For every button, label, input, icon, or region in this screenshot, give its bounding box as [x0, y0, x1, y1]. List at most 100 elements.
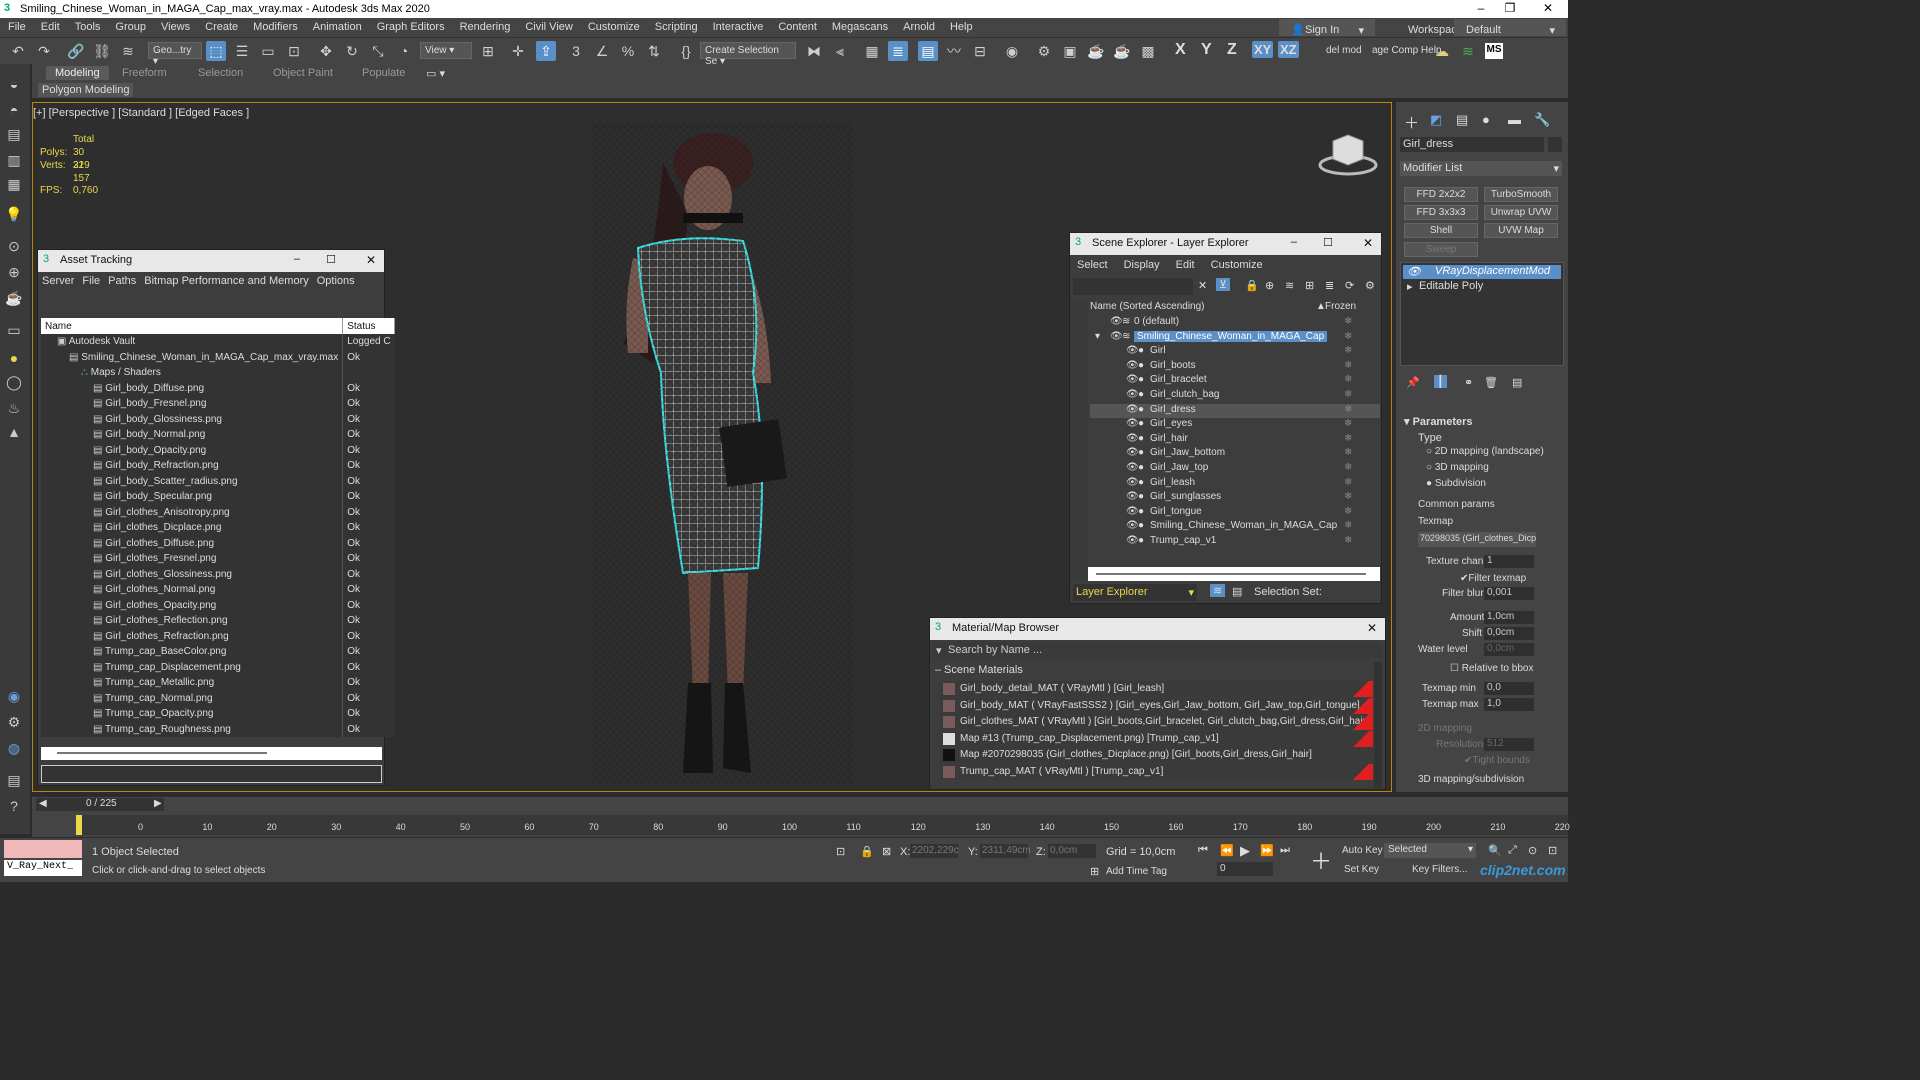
key-mode-dropdown[interactable]: Selected ▾: [1384, 843, 1476, 858]
ribbon-options-icon[interactable]: ▭ ▾: [426, 67, 445, 80]
menu-file[interactable]: File: [0, 18, 33, 33]
x-coordinate-field[interactable]: 2202,229c: [910, 844, 959, 858]
render-icon[interactable]: ☕: [4, 290, 24, 310]
filter-blur-spinner[interactable]: 0,001: [1484, 587, 1534, 600]
axis-z-button[interactable]: Z: [1227, 41, 1237, 59]
list-item[interactable]: 👁 ● Smiling_Chinese_Woman_in_MAGA_Cap ❄: [1090, 520, 1380, 534]
texmap-max-spinner[interactable]: 1,0: [1484, 698, 1534, 711]
asset-tracking-titlebar[interactable]: 3 Asset Tracking – ☐ ✕: [38, 250, 384, 272]
show-end-result-icon[interactable]: ┃: [1434, 375, 1447, 388]
named-selection-set-dropdown[interactable]: Create Selection Se ▾: [700, 42, 796, 67]
object-name-field[interactable]: Girl_dress: [1400, 137, 1544, 152]
ribbon-toggle-icon[interactable]: ▤: [918, 41, 938, 61]
asset-menu-item[interactable]: Paths: [104, 272, 140, 287]
frozen-icon[interactable]: ❄: [1344, 345, 1352, 356]
go-to-start-icon[interactable]: ⏮: [1198, 844, 1208, 857]
table-row[interactable]: ▤ Trump_cap_BaseColor.png Ok: [41, 644, 395, 660]
list-item[interactable]: 👁 ● Trump_cap_v1 ❄: [1090, 535, 1380, 549]
set-key-button[interactable]: Set Key: [1344, 864, 1379, 875]
eye-icon[interactable]: 👁: [1407, 265, 1421, 278]
add-layer-icon[interactable]: ⊕: [1265, 279, 1274, 292]
add-time-tag-button[interactable]: Add Time Tag: [1106, 866, 1167, 877]
time-slider[interactable]: ◀ 0 / 225 ▶: [36, 798, 164, 811]
cone-icon[interactable]: ▲: [4, 424, 24, 444]
go-to-end-icon[interactable]: ⏭: [1280, 844, 1290, 857]
prev-frame-icon[interactable]: ◀: [39, 798, 47, 809]
maximize-icon[interactable]: ☐: [1323, 236, 1333, 249]
menu-modifiers[interactable]: Modifiers: [245, 18, 305, 33]
scene-search-input[interactable]: [1073, 278, 1193, 295]
filter-icon[interactable]: ⊻: [1216, 278, 1231, 291]
configure-sets-icon[interactable]: ▤: [1512, 376, 1522, 389]
key-filters-button[interactable]: Key Filters...: [1412, 864, 1468, 875]
col-frozen[interactable]: Frozen: [1325, 301, 1356, 312]
menu-customize[interactable]: Customize: [580, 18, 647, 33]
table-row[interactable]: ▤ Girl_body_Opacity.png Ok: [41, 442, 395, 458]
scale-icon[interactable]: ⤡: [368, 41, 388, 61]
radio-2d-mapping[interactable]: ○ 2D mapping (landscape): [1426, 446, 1544, 457]
previous-frame-icon[interactable]: ⏪: [1220, 844, 1234, 857]
table-row[interactable]: ▤ Girl_clothes_Anisotropy.png Ok: [41, 504, 395, 520]
pin-stack-icon[interactable]: 📌: [1406, 376, 1420, 389]
select-manipulate-icon[interactable]: ✛: [508, 41, 528, 61]
minimize-icon[interactable]: –: [1466, 1, 1496, 15]
layers-icon[interactable]: ≋: [1458, 41, 1478, 61]
list-item[interactable]: 👁 ● Girl_bracelet ❄: [1090, 374, 1380, 388]
frozen-icon[interactable]: ❄: [1344, 389, 1352, 400]
menu-scripting[interactable]: Scripting: [647, 18, 705, 33]
table-row[interactable]: ▤ Trump_cap_Roughness.png Ok: [41, 721, 395, 737]
menu-help[interactable]: Help: [942, 18, 980, 33]
material-row[interactable]: Map #13 (Trump_cap_Displacement.png) [Tr…: [940, 730, 1373, 747]
texmap-button[interactable]: 70298035 (Girl_clothes_Dicpl: [1418, 532, 1536, 547]
layer-tree-icon[interactable]: ⊞: [1305, 279, 1314, 292]
col-name[interactable]: Name: [41, 318, 344, 334]
water-level-spinner[interactable]: 0,0cm: [1484, 643, 1534, 656]
menu-arnold[interactable]: Arnold: [895, 18, 942, 33]
expand-icon[interactable]: ▾: [1095, 331, 1100, 342]
help-icon[interactable]: ?: [4, 798, 24, 818]
uvw-map-button[interactable]: UVW Map: [1484, 223, 1558, 238]
time-tag-icon[interactable]: ⊞: [1090, 865, 1099, 878]
frozen-icon[interactable]: ❄: [1344, 477, 1352, 488]
timeline-track[interactable]: 0 10 20 30 40 50 60 70 80 90 100 110 120 130 140 150 160…: [76, 815, 1570, 835]
scene-menu-item[interactable]: Display: [1117, 255, 1169, 271]
circle-icon[interactable]: ◯: [4, 374, 24, 394]
snaps-toggle-icon[interactable]: 3: [566, 41, 586, 61]
grass-icon[interactable]: ♨: [4, 400, 24, 420]
eye-icon[interactable]: 👁: [1110, 316, 1123, 327]
table-row[interactable]: ▤ Girl_clothes_Dicplace.png Ok: [41, 520, 395, 536]
auto-key-button[interactable]: Auto Key: [1342, 845, 1383, 856]
rotate-icon[interactable]: ↻: [342, 41, 362, 61]
align-icon[interactable]: ⫷: [830, 41, 850, 61]
texture-channel-spinner[interactable]: 1: [1484, 555, 1534, 568]
material-row[interactable]: Girl_body_MAT ( VRayFastSSS2 ) [Girl_eye…: [940, 697, 1373, 714]
ffd-3x3x3-button[interactable]: FFD 3x3x3: [1404, 205, 1478, 220]
zoom-icon[interactable]: 🔍: [1488, 844, 1502, 857]
resolution-spinner[interactable]: 512: [1484, 738, 1534, 751]
material-row[interactable]: Trump_cap_MAT ( VRayMtl ) [Trump_cap_v1]: [940, 763, 1373, 780]
turbosmooth-button[interactable]: TurboSmooth: [1484, 187, 1558, 202]
next-frame-icon[interactable]: ⏩: [1260, 844, 1274, 857]
table-row[interactable]: ▤ Girl_body_Refraction.png Ok: [41, 458, 395, 474]
shell-button[interactable]: Shell: [1404, 223, 1478, 238]
object-color-swatch[interactable]: [1548, 137, 1562, 152]
tab-populate[interactable]: Populate: [362, 67, 405, 79]
scene-materials-group[interactable]: – Scene Materials: [932, 664, 1372, 678]
y-coordinate-field[interactable]: 2311,49cm: [980, 844, 1031, 858]
cloud-icon[interactable]: ☁: [1432, 41, 1452, 61]
frozen-icon[interactable]: ❄: [1344, 331, 1352, 342]
move-icon[interactable]: ✥: [316, 41, 336, 61]
shift-spinner[interactable]: 0,0cm: [1484, 627, 1534, 640]
list-item[interactable]: 👁 ● Girl_dress ❄: [1090, 403, 1380, 418]
table-row[interactable]: ▤ Girl_body_Fresnel.png Ok: [41, 396, 395, 412]
list-item[interactable]: 👁 ● Girl_Jaw_top ❄: [1090, 462, 1380, 476]
edit-named-selection-icon[interactable]: {}: [676, 41, 696, 61]
maxscript-button[interactable]: MS: [1485, 43, 1503, 59]
horizontal-scrollbar[interactable]: [41, 747, 382, 760]
sync-layers-icon[interactable]: ⟳: [1345, 279, 1354, 292]
next-frame-icon[interactable]: ▶: [154, 798, 162, 809]
table-row[interactable]: ▤ Girl_clothes_Glossiness.png Ok: [41, 566, 395, 582]
modify-icon[interactable]: ◓: [4, 102, 24, 122]
menu-civil-view[interactable]: Civil View: [517, 18, 579, 33]
table-row[interactable]: ▤ Girl_body_Diffuse.png Ok: [41, 380, 395, 396]
